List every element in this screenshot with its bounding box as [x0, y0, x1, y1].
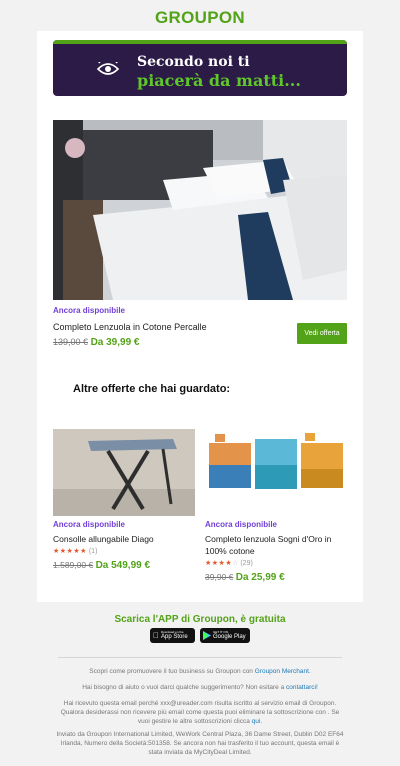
- product-image[interactable]: [205, 429, 347, 516]
- groupon-logo[interactable]: GROUPON: [0, 8, 400, 28]
- hero-old-price: 139,00 €: [53, 337, 89, 347]
- list-item[interactable]: Ancora disponibile Consolle allungabile …: [53, 429, 195, 571]
- contact-link[interactable]: contattarci!: [286, 684, 318, 691]
- footer-divider: [58, 657, 342, 658]
- email-card: Secondo noi ti piacerà da matti... Ancor…: [37, 31, 363, 602]
- star-rating-icon: ★★★★★: [53, 548, 87, 555]
- eye-icon: [97, 62, 119, 75]
- item-availability: Ancora disponibile: [205, 520, 278, 529]
- item-title[interactable]: Completo lenzuola Sogni d'Oro in 100% co…: [205, 533, 347, 557]
- rating: ★★★★☆ (29): [205, 559, 347, 567]
- review-count: (1): [88, 548, 98, 555]
- banner-stripe: [53, 40, 347, 44]
- app-badges:  Download on the App Store GET IT ON Go…: [150, 628, 250, 643]
- app-download-title: Scarica l'APP di Groupon, è gratuita: [114, 614, 286, 625]
- hero-title[interactable]: Completo Lenzuola in Cotone Percalle: [53, 322, 207, 332]
- appstore-label: App Store: [155, 634, 188, 640]
- google-play-icon: [203, 631, 211, 640]
- item-old-price: 39,90 €: [205, 572, 234, 582]
- hero-availability: Ancora disponibile: [53, 306, 126, 315]
- googleplay-label: Google Play: [213, 634, 246, 640]
- item-new-price: Da 25,99 €: [235, 572, 285, 583]
- banner-subheadline: piacerà da matti...: [137, 71, 301, 90]
- review-count: (29): [240, 560, 253, 567]
- hero-product-image[interactable]: [53, 120, 347, 300]
- legal-text: Inviato da Groupon International Limited…: [56, 731, 344, 756]
- list-item[interactable]: Ancora disponibile Completo lenzuola Sog…: [205, 429, 347, 583]
- view-offer-button[interactable]: Vedi offerta: [297, 323, 347, 344]
- star-rating-icon: ★★★★: [205, 560, 233, 567]
- item-price: 1.589,00 € Da 549,99 €: [53, 560, 195, 571]
- section-title: Altre offerte che hai guardato:: [73, 383, 231, 395]
- app-store-button[interactable]:  Download on the App Store: [150, 628, 195, 643]
- item-price: 39,90 € Da 25,99 €: [205, 572, 347, 583]
- promo-banner: Secondo noi ti piacerà da matti...: [53, 40, 347, 96]
- star-empty-icon: ☆: [232, 560, 239, 567]
- banner-headline: Secondo noi ti: [137, 54, 250, 70]
- product-image[interactable]: [53, 429, 195, 516]
- item-availability: Ancora disponibile: [53, 520, 126, 529]
- item-title[interactable]: Consolle allungabile Diago: [53, 533, 195, 545]
- hero-price: 139,00 € Da 39,99 €: [53, 337, 140, 348]
- merchant-link[interactable]: Groupon Merchant: [255, 668, 309, 675]
- google-play-button[interactable]: GET IT ON Google Play: [200, 628, 250, 643]
- hero-new-price: Da 39,99 €: [90, 337, 140, 348]
- merchant-text: Scopri come promuovere il tuo business s…: [89, 668, 311, 675]
- help-text: Hai bisogno di aiuto o vuoi darci qualch…: [82, 684, 318, 691]
- item-old-price: 1.589,00 €: [53, 560, 94, 570]
- subscription-info: Hai ricevuto questa email perché xxx@ure…: [60, 700, 340, 725]
- apple-icon: : [153, 631, 159, 640]
- rating: ★★★★★ (1): [53, 547, 195, 555]
- item-new-price: Da 549,99 €: [95, 560, 151, 571]
